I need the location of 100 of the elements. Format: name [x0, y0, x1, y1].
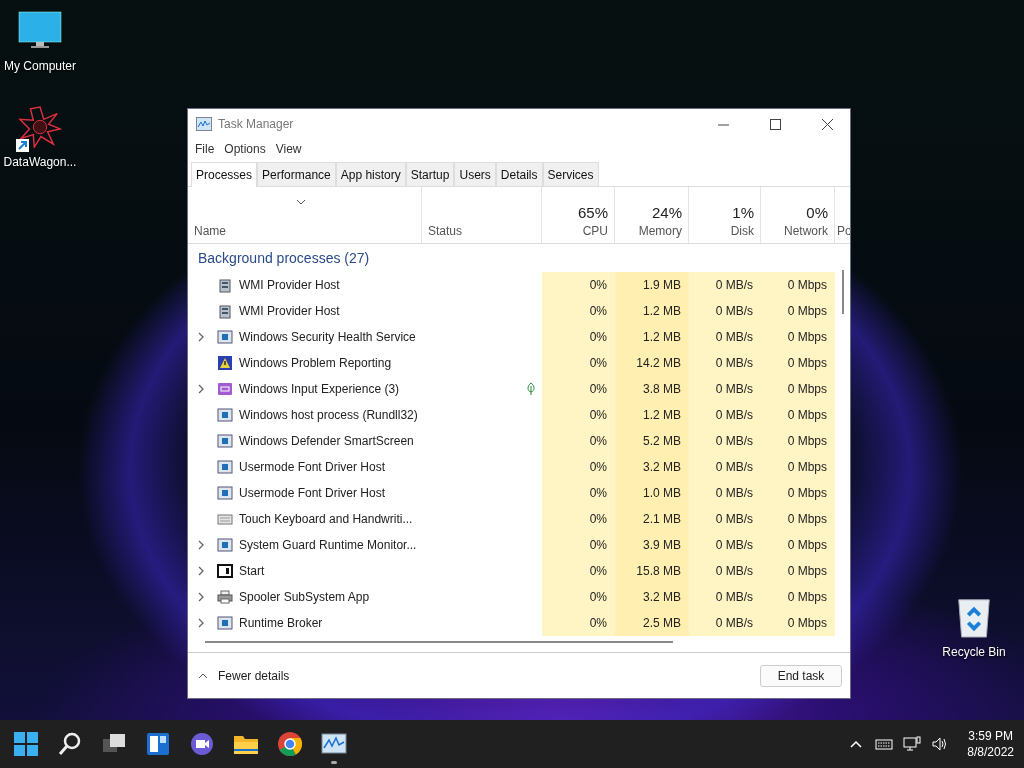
tab[interactable]: Services — [542, 162, 599, 186]
usage-value: 2.1 MB — [643, 512, 681, 526]
window-icon — [217, 329, 233, 345]
tab[interactable]: Performance — [257, 162, 336, 186]
usage-value: 0% — [589, 590, 607, 604]
usage-total: 24% — [651, 204, 682, 221]
clock[interactable]: 3:59 PM 8/8/2022 — [967, 728, 1014, 760]
expand-chevron-icon[interactable] — [197, 332, 205, 342]
keyboard-app-icon — [217, 381, 233, 397]
process-name: Usermode Font Driver Host — [239, 486, 386, 500]
expand-chevron-icon[interactable] — [197, 540, 205, 550]
column-header[interactable]: Memory — [638, 224, 682, 238]
start-window-icon — [217, 563, 233, 579]
usage-total: 1% — [732, 204, 754, 221]
usage-value: 0 MB/s — [715, 434, 753, 448]
fewer-details-button[interactable]: Fewer details — [198, 668, 290, 683]
usage-value: 0 MB/s — [715, 512, 753, 526]
usage-value: 0 Mbps — [787, 434, 827, 448]
task-manager-icon[interactable] — [321, 733, 347, 754]
chevron-up-icon[interactable] — [198, 672, 208, 679]
end-task-button[interactable]: End task — [760, 664, 842, 687]
usage-value: 0 Mbps — [787, 408, 827, 422]
scrollbar-thumb[interactable] — [842, 270, 844, 314]
printer-icon — [217, 589, 233, 605]
usage-value: 0% — [589, 408, 607, 422]
usage-value: 0 MB/s — [715, 382, 753, 396]
usage-value: 3.8 MB — [643, 382, 681, 396]
usage-value: 0 Mbps — [787, 616, 827, 630]
maximize-icon[interactable] — [769, 118, 781, 130]
clock-time: 3:59 PM — [968, 728, 1013, 744]
usage-value: 0 MB/s — [715, 278, 753, 292]
usage-value: 0 MB/s — [715, 356, 753, 370]
usage-value: 0 Mbps — [787, 330, 827, 344]
usage-value: 0 MB/s — [715, 616, 753, 630]
usage-value: 0 MB/s — [715, 486, 753, 500]
menu-item[interactable]: Options — [221, 142, 269, 156]
column-header[interactable]: CPU — [582, 224, 608, 238]
column-header[interactable]: Disk — [730, 224, 754, 238]
process-name: WMI Provider Host — [239, 304, 340, 318]
expand-chevron-icon[interactable] — [197, 592, 205, 602]
window-icon — [217, 537, 233, 553]
group-header[interactable]: Background processes (27) — [188, 244, 850, 272]
usage-value: 0 Mbps — [787, 564, 827, 578]
tab[interactable]: Users — [454, 162, 496, 186]
process-name: Windows Defender SmartScreen — [239, 434, 414, 448]
desktop-icon-label[interactable]: Recycle Bin — [942, 645, 1006, 659]
window-icon — [217, 433, 233, 449]
usage-value: 0% — [589, 356, 607, 370]
usage-value: 0% — [589, 304, 607, 318]
process-name: Windows Input Experience (3) — [239, 382, 400, 396]
network-icon[interactable] — [903, 735, 922, 753]
process-name: Windows Security Health Service — [239, 330, 416, 344]
column-header[interactable]: Network — [784, 224, 828, 238]
close-icon[interactable] — [821, 118, 833, 130]
usage-value: 0 Mbps — [787, 356, 827, 370]
usage-value: 0% — [589, 512, 607, 526]
windows-logo-icon[interactable] — [14, 732, 38, 756]
expand-chevron-icon[interactable] — [197, 384, 205, 394]
column-header[interactable]: Status — [428, 224, 535, 238]
menu-item[interactable]: View — [272, 142, 305, 156]
window-icon — [217, 485, 233, 501]
usage-value: 0 Mbps — [787, 460, 827, 474]
tab[interactable]: Startup — [405, 162, 455, 186]
tab[interactable]: Processes — [191, 162, 258, 187]
sort-caret-icon[interactable] — [296, 199, 306, 205]
usage-value: 0 Mbps — [787, 538, 827, 552]
usage-value: 0 MB/s — [715, 408, 753, 422]
usage-value: 1.2 MB — [643, 304, 681, 318]
folder-icon[interactable] — [234, 736, 258, 754]
usage-value: 1.2 MB — [643, 408, 681, 422]
usage-value: 0% — [589, 460, 607, 474]
desktop-icon-label[interactable]: My Computer — [4, 59, 76, 73]
usage-value: 0% — [589, 486, 607, 500]
widgets-icon[interactable] — [147, 733, 169, 755]
window-icon — [217, 407, 233, 423]
menu-item[interactable]: File — [192, 142, 218, 156]
column-header[interactable]: Name — [194, 224, 415, 238]
scrollbar-thumb[interactable] — [205, 641, 673, 643]
usage-value: 5.2 MB — [643, 434, 681, 448]
usage-value: 0 MB/s — [715, 330, 753, 344]
usage-value: 3.2 MB — [643, 590, 681, 604]
tab[interactable]: Details — [495, 162, 543, 186]
usage-value: 3.9 MB — [643, 538, 681, 552]
expand-chevron-icon[interactable] — [197, 618, 205, 628]
expand-chevron-icon[interactable] — [197, 566, 205, 576]
video-chat-icon[interactable] — [191, 733, 213, 755]
browser-icon[interactable] — [278, 732, 302, 756]
task-view-icon[interactable] — [103, 734, 125, 752]
search-icon[interactable] — [58, 732, 81, 755]
usage-value: 0 Mbps — [787, 512, 827, 526]
usage-value: 0% — [589, 564, 607, 578]
usage-value: 1.2 MB — [643, 330, 681, 344]
usage-value: 0 MB/s — [715, 590, 753, 604]
clock-date: 8/8/2022 — [967, 744, 1014, 760]
window-icon — [217, 615, 233, 631]
usage-value: 0 Mbps — [787, 486, 827, 500]
usage-value: 14.2 MB — [636, 356, 681, 370]
desktop-icon-label[interactable]: DataWagon... — [3, 155, 77, 169]
tab[interactable]: App history — [335, 162, 406, 186]
keyboard-icon — [217, 511, 233, 527]
